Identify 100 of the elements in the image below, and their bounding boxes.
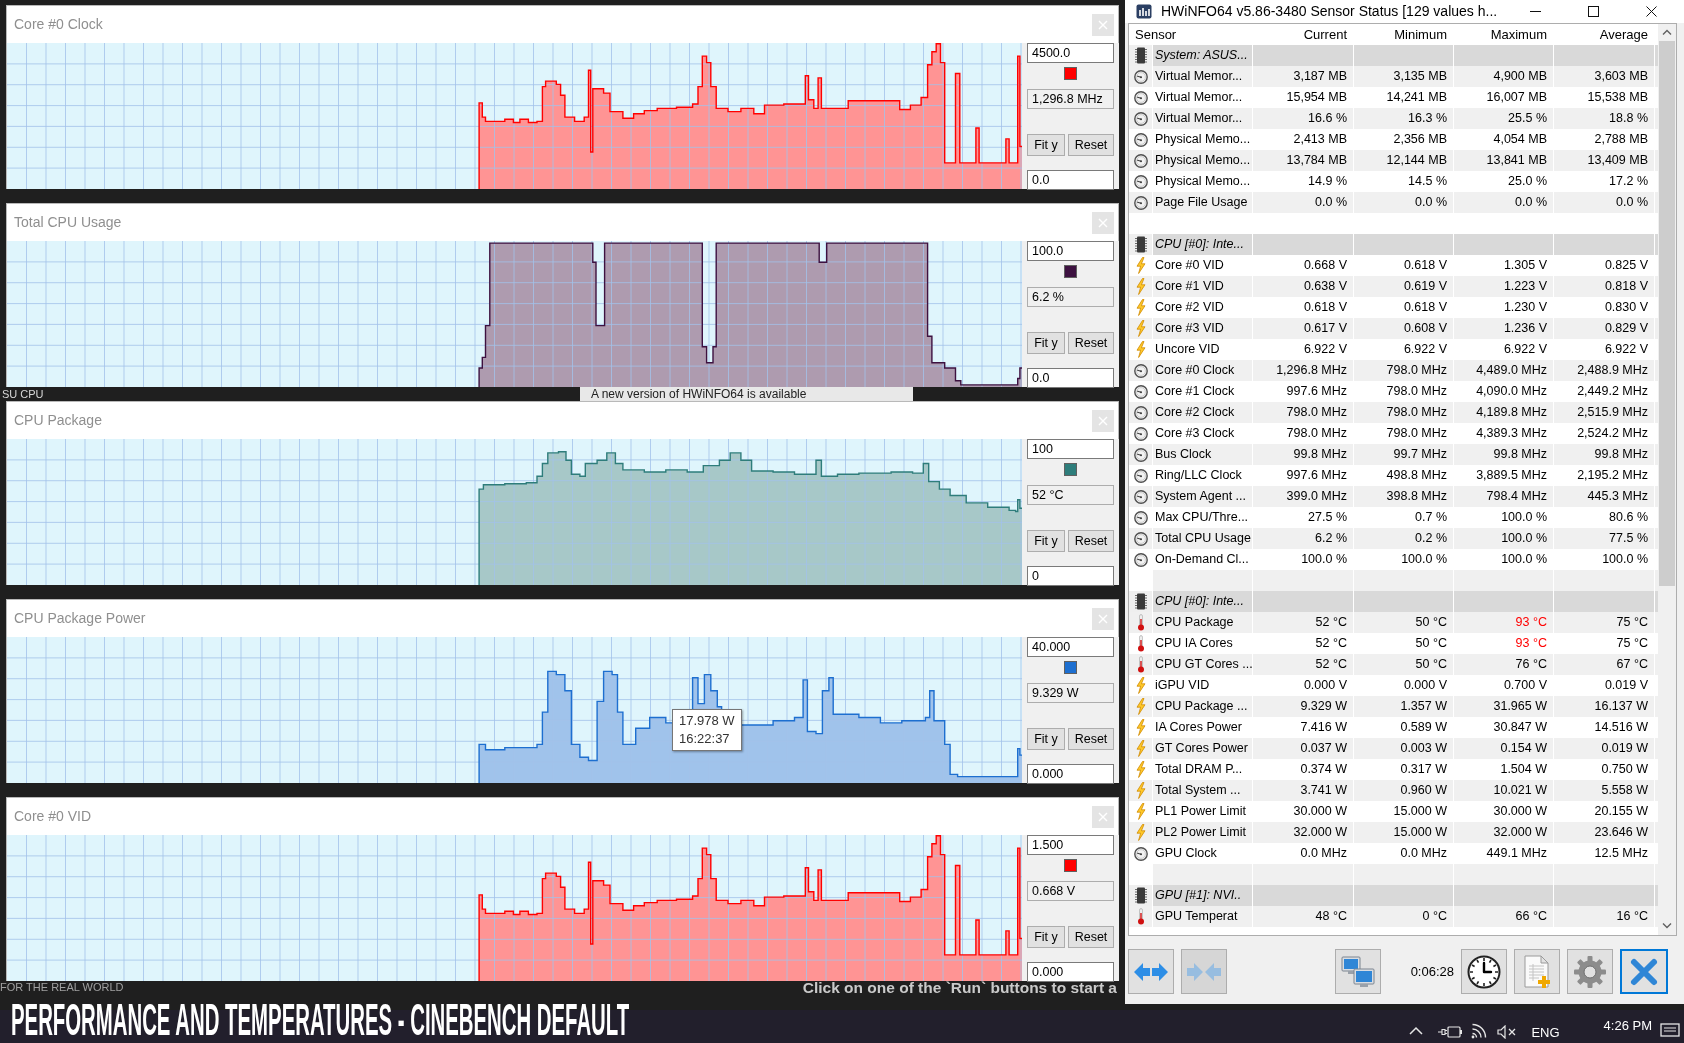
reset-button[interactable]: Reset [1068,134,1114,156]
scrollbar[interactable] [1658,24,1676,935]
current-value: 14.9 % [1308,174,1347,188]
gauge-icon [1133,531,1148,546]
y-max-field[interactable]: 1.500 [1027,835,1114,855]
maximum-value: 13,841 MB [1486,153,1547,167]
y-max-field[interactable]: 100 [1027,439,1114,459]
maximize-icon[interactable] [1588,6,1599,17]
group-name: System: ASUS... [1155,48,1248,62]
color-swatch-icon[interactable] [1064,859,1077,872]
group-header[interactable]: System: ASUS... [1129,45,1658,66]
maximum-value: 31.965 W [1493,699,1547,713]
average-value: 12.5 MHz [1594,846,1648,860]
table-row[interactable]: Bus Clock 99.8 MHz 99.7 MHz 99.8 MHz 99.8 MHz [1129,444,1658,465]
current-value: 48 °C [1315,909,1347,923]
settings-button[interactable] [1567,949,1613,994]
maximum-value: 4,900 MB [1493,69,1547,83]
chevron-down-icon[interactable] [1662,923,1672,929]
close-icon[interactable] [1646,6,1657,17]
y-min-field[interactable]: 0.0 [1027,170,1114,190]
fit-y-button[interactable]: Fit y [1027,926,1065,948]
fit-y-button[interactable]: Fit y [1027,728,1065,750]
muted-speaker-icon[interactable] [1497,1025,1518,1039]
sensor-name: Core #0 Clock [1155,363,1235,377]
table-row[interactable]: GPU Temperat 48 °C 0 °C 66 °C 16 °C [1129,906,1658,927]
language-indicator[interactable]: ENG [1531,1025,1560,1041]
color-swatch-icon[interactable] [1064,265,1077,278]
current-value: 997.6 MHz [1286,384,1347,398]
logo-text: FOR THE REAL WORLD [0,981,124,993]
fit-y-button[interactable]: Fit y [1027,134,1065,156]
table-row[interactable]: CPU Package 52 °C 50 °C 93 °C 75 °C [1129,612,1658,633]
reset-button[interactable]: Reset [1068,332,1114,354]
group-header[interactable]: GPU [#1]: NVI.. [1129,885,1658,906]
network-button[interactable] [1334,949,1381,994]
table-row[interactable]: Core #1 VID 0.638 V 0.619 V 1.223 V 0.818 V [1129,276,1658,297]
fit-y-button[interactable]: Fit y [1027,530,1065,552]
y-min-field[interactable]: 0 [1027,566,1114,586]
minimum-value: 498.8 MHz [1386,468,1447,482]
average-value: 16 °C [1616,909,1648,923]
maximum-value: 30.000 W [1493,804,1547,818]
lightning-icon [1135,761,1146,778]
wifi-icon[interactable] [1471,1023,1488,1039]
table-row[interactable]: Core #2 Clock 798.0 MHz 798.0 MHz 4,189.8 MHz 2,515.9 MHz [1129,402,1658,423]
table-row[interactable]: Virtual Memor... 3,187 MB 3,135 MB 4,900 MB 3,603 MB [1129,66,1658,87]
table-row[interactable]: Total System ... 3.741 W 0.960 W 10.021 W 5.558 W [1129,780,1658,801]
group-header[interactable]: CPU [#0]: Inte... [1129,234,1658,255]
expand-button[interactable] [1128,949,1174,994]
table-row[interactable]: Virtual Memor... 16.6 % 16.3 % 25.5 % 18.8 % [1129,108,1658,129]
average-value: 80.6 % [1609,510,1648,524]
gauge-icon [1133,447,1148,462]
minimum-value: 0 °C [1422,909,1447,923]
color-swatch-icon[interactable] [1064,67,1077,80]
reset-button[interactable]: Reset [1068,926,1114,948]
table-row[interactable]: Physical Memo... 13,784 MB 12,144 MB 13,841 MB 13,409 MB [1129,150,1658,171]
fit-y-button[interactable]: Fit y [1027,332,1065,354]
group-name: CPU [#0]: Inte... [1155,237,1244,251]
color-swatch-icon[interactable] [1064,661,1077,674]
current-value: 0.000 V [1303,678,1347,692]
table-row[interactable]: System Agent ... 399.0 MHz 398.8 MHz 798.4 MHz 445.3 MHz [1129,486,1658,507]
notification-icon[interactable] [1660,1023,1680,1039]
y-min-field[interactable]: 0.000 [1027,764,1114,784]
timer-button[interactable] [1461,949,1507,994]
sensor-name: PL2 Power Limit [1155,825,1246,839]
scrollbar-thumb[interactable] [1659,41,1675,586]
current-reading: 1,296.8 MHz [1027,89,1114,109]
group-header[interactable]: CPU [#0]: Inte... [1129,591,1658,612]
table-row[interactable]: GT Cores Power 0.037 W 0.003 W 0.154 W 0.019 W [1129,738,1658,759]
minimum-value: 50 °C [1415,657,1447,671]
sensor-name: Core #1 VID [1155,279,1224,293]
table-row[interactable]: Page File Usage 0.0 % 0.0 % 0.0 % 0.0 % [1129,192,1658,213]
minimum-value: 0.000 V [1403,678,1447,692]
average-value: 15,538 MB [1587,90,1648,104]
gauge-icon [1133,153,1148,168]
battery-icon[interactable] [1437,1025,1464,1039]
table-row[interactable]: CPU Package ... 9.329 W 1.357 W 31.965 W 16.137 W [1129,696,1658,717]
y-min-field[interactable]: 0.0 [1027,368,1114,388]
table-row[interactable]: PL2 Power Limit 32.000 W 15.000 W 32.000 W 23.646 W [1129,822,1658,843]
reset-button[interactable]: Reset [1068,530,1114,552]
close-button[interactable] [1620,949,1668,994]
reset-button[interactable]: Reset [1068,728,1114,750]
table-row[interactable]: Core #0 Clock 1,296.8 MHz 798.0 MHz 4,489.0 MHz 2,488.9 MHz [1129,360,1658,381]
document-plus-icon [1522,954,1552,989]
current-value: 7.416 W [1300,720,1347,734]
current-value: 0.037 W [1300,741,1347,755]
table-row[interactable]: Core #3 VID 0.617 V 0.608 V 1.236 V 0.829 V [1129,318,1658,339]
y-max-field[interactable]: 4500.0 [1027,43,1114,63]
table-row[interactable]: Total CPU Usage 6.2 % 0.2 % 100.0 % 77.5 % [1129,528,1658,549]
y-min-field[interactable]: 0.000 [1027,962,1114,982]
clock-time[interactable]: 4:26 PM [1603,1018,1652,1033]
log-button[interactable] [1514,949,1560,994]
desktop-text: SU CPU [2,387,44,401]
current-value: 0.638 V [1303,279,1347,293]
current-value: 52 °C [1315,636,1347,650]
minimum-value: 14,241 MB [1386,90,1447,104]
y-max-field[interactable]: 100.0 [1027,241,1114,261]
color-swatch-icon[interactable] [1064,463,1077,476]
table-row[interactable]: CPU GT Cores ... 52 °C 50 °C 76 °C 67 °C [1129,654,1658,675]
update-notice[interactable]: A new version of HWiNFO64 is available [580,387,913,401]
average-value: 2,488.9 MHz [1577,363,1648,377]
y-max-field[interactable]: 40.000 [1027,637,1114,657]
